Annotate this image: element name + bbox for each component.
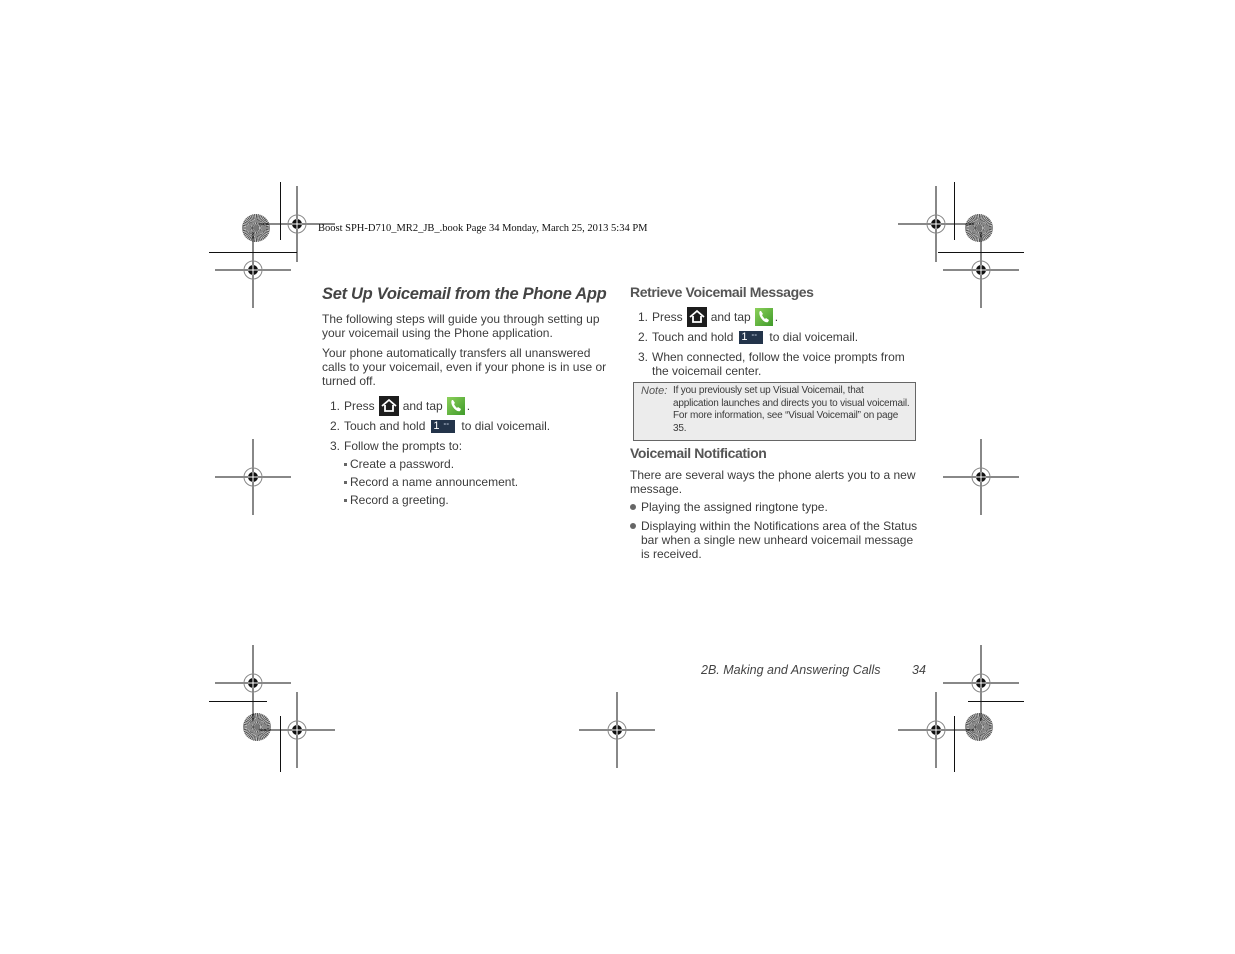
registration-crosshair-icon [215, 645, 291, 721]
registration-crosshair-icon [943, 439, 1019, 515]
sub-bullet-item: Record a greeting. [322, 493, 612, 507]
home-key-icon [686, 307, 707, 327]
registration-crosshair-icon [215, 232, 291, 308]
bullet-text: Playing the assigned ringtone type. [641, 500, 828, 514]
phone-app-icon [446, 397, 465, 415]
voicemail-glyph-icon: °° [443, 422, 450, 430]
notification-section: Voicemail Notification There are several… [630, 445, 918, 566]
registration-crosshair-icon [898, 692, 974, 768]
step-number: 1. [330, 399, 341, 413]
step-text: When connected, follow the voice prompts… [652, 350, 905, 378]
step-item: 3. Follow the prompts to: [322, 439, 612, 453]
step-item: 2. Touch and hold 1 °° to dial voicemail… [322, 419, 612, 433]
step-text: . [774, 310, 779, 324]
step-item: 3. When connected, follow the voice prom… [630, 350, 918, 378]
note-box: Note: If you previously set up Visual Vo… [633, 382, 916, 441]
step-text: to dial voicemail. [769, 330, 859, 344]
voicemail-glyph-icon: °° [751, 333, 758, 341]
step-text: to dial voicemail. [461, 419, 551, 433]
bullet-item: Playing the assigned ringtone type. [630, 500, 918, 514]
notification-heading: Voicemail Notification [630, 445, 767, 461]
step-item: 2. Touch and hold 1 °° to dial voicemail… [630, 330, 918, 344]
voicemail-key-icon: 1 °° [431, 419, 456, 433]
footer-section-title: 2B. Making and Answering Calls [701, 663, 881, 677]
step-number: 1. [638, 310, 649, 324]
registration-crosshair-icon [259, 692, 335, 768]
bullet-text: Displaying within the Notifications area… [641, 519, 918, 561]
voicemail-key-icon: 1 °° [739, 330, 764, 344]
home-key-icon [378, 396, 399, 416]
note-label: Note: [641, 385, 668, 397]
step-text: Follow the prompts to: [344, 439, 463, 453]
registration-crosshair-icon [215, 439, 291, 515]
step-text: Press [344, 399, 375, 413]
step-text: . [466, 399, 471, 413]
phone-app-icon [754, 308, 773, 326]
step-number: 2. [638, 330, 649, 344]
intro-paragraph: The following steps will guide you throu… [322, 312, 600, 340]
step-number: 3. [330, 439, 341, 453]
step-text: and tap [402, 399, 443, 413]
print-slug-line: Boost SPH-D710_MR2_JB_.book Page 34 Mond… [318, 223, 648, 234]
registration-crosshair-icon [898, 186, 974, 262]
notification-intro: There are several ways the phone alerts … [630, 468, 916, 496]
step-item: 1. Press and tap . [630, 307, 918, 327]
sub-bullet-text: Create a password. [350, 457, 455, 471]
bullet-item: Displaying within the Notifications area… [630, 519, 918, 561]
step-number: 2. [330, 419, 341, 433]
intro-paragraph: Your phone automatically transfers all u… [322, 346, 607, 388]
step-item: 1. Press and tap . [322, 396, 612, 416]
sub-bullet-text: Record a name announcement. [350, 475, 519, 489]
voicemail-key-digit: 1 [433, 419, 440, 432]
left-column: Set Up Voicemail from the Phone App The … [322, 284, 612, 511]
sub-bullet-item: Create a password. [322, 457, 612, 471]
step-text: Touch and hold [344, 419, 426, 433]
note-text: If you previously set up Visual Voicemai… [673, 385, 910, 434]
registration-marks [215, 186, 1019, 768]
sub-bullet-item: Record a name announcement. [322, 475, 612, 489]
retrieve-heading: Retrieve Voicemail Messages [630, 284, 814, 300]
step-text: and tap [710, 310, 751, 324]
registration-crosshair-icon [943, 645, 1019, 721]
right-column: Retrieve Voicemail Messages 1. Press and… [630, 284, 918, 384]
section-heading: Set Up Voicemail from the Phone App [322, 285, 607, 303]
registration-crosshair-icon [579, 692, 655, 768]
step-number: 3. [638, 350, 649, 364]
step-text: Press [652, 310, 683, 324]
page-number: 34 [912, 663, 926, 677]
sub-bullet-text: Record a greeting. [350, 493, 449, 507]
registration-crosshair-icon [943, 232, 1019, 308]
step-text: Touch and hold [652, 330, 734, 344]
voicemail-key-digit: 1 [741, 330, 748, 343]
